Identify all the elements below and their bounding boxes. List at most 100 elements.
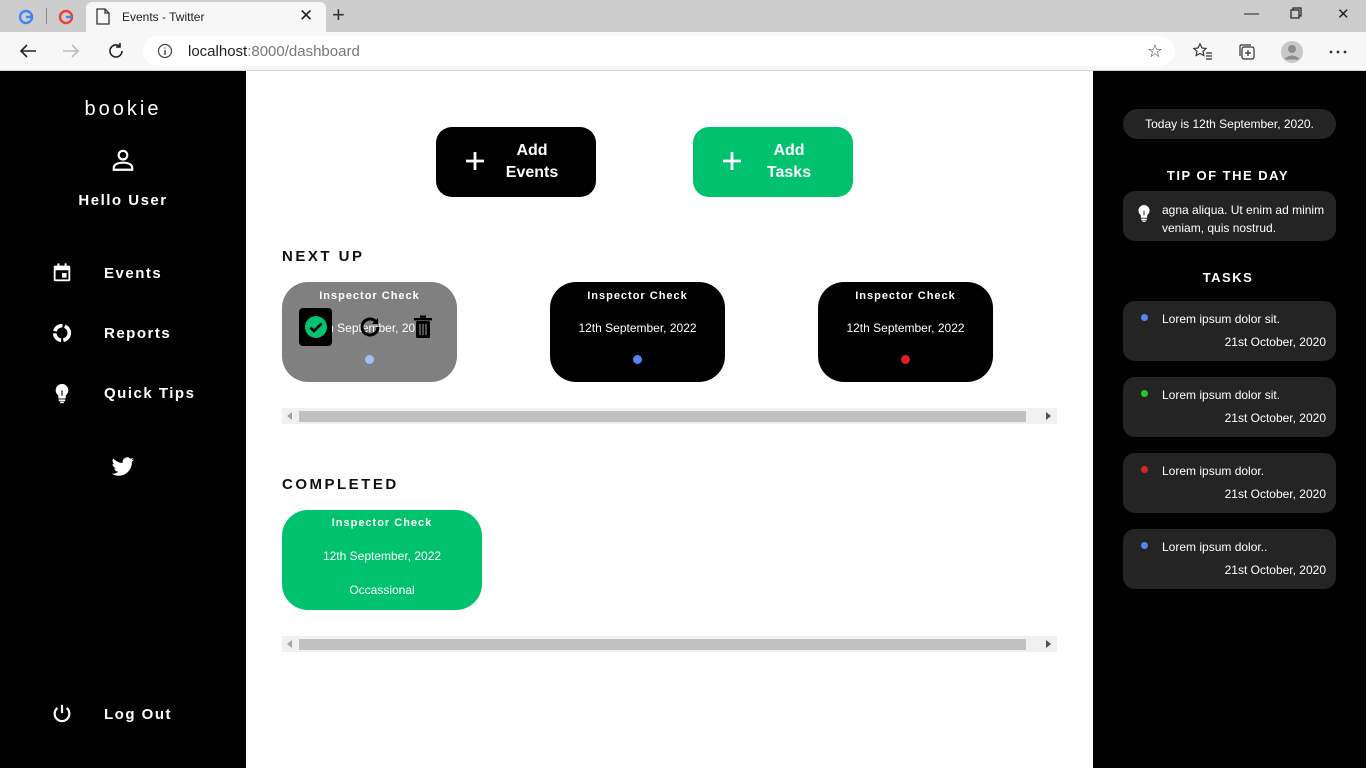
event-date: 12th September, 2022 xyxy=(846,321,965,335)
reports-icon xyxy=(50,321,74,345)
sidebar-item-label: Quick Tips xyxy=(104,384,196,402)
add-tasks-label: Add Tasks xyxy=(766,142,812,181)
task-item[interactable]: Lorem ipsum dolor. 21st October, 2020 xyxy=(1123,453,1336,513)
tip-box: agna aliqua. Ut enim ad minim veniam, qu… xyxy=(1123,191,1336,241)
sidebar-item-label: Events xyxy=(104,264,163,282)
sidebar-item-label: Reports xyxy=(104,324,172,342)
scrollbar-thumb[interactable] xyxy=(299,411,1026,422)
url-text: localhost:8000/dashboard xyxy=(188,43,360,60)
bulb-icon xyxy=(50,381,74,405)
completed-title-text: Inspector Check xyxy=(331,517,433,529)
next-up-title: NEXT UP xyxy=(282,248,365,265)
event-color-dot xyxy=(365,355,374,364)
info-icon[interactable] xyxy=(157,43,173,64)
favorites-icon[interactable] xyxy=(1191,40,1215,64)
task-text: Lorem ipsum dolor.. xyxy=(1162,540,1268,554)
scrollbar-thumb[interactable] xyxy=(299,639,1026,650)
url-field[interactable]: localhost:8000/dashboard ☆ xyxy=(143,36,1175,66)
back-icon[interactable] xyxy=(17,40,39,62)
task-date: 21st October, 2020 xyxy=(1224,335,1326,349)
google-tab-icon[interactable] xyxy=(15,6,37,28)
add-tasks-button[interactable]: Add Tasks xyxy=(693,127,853,197)
right-panel: Today is 12th September, 2020. TIP OF TH… xyxy=(1093,71,1366,768)
event-color-dot xyxy=(901,355,910,364)
active-tab[interactable]: Events - Twitter ✕ xyxy=(86,2,326,32)
scroll-left-icon[interactable] xyxy=(287,640,292,648)
task-item[interactable]: Lorem ipsum dolor sit. 21st October, 202… xyxy=(1123,301,1336,361)
tab-title: Events - Twitter xyxy=(122,10,205,24)
plus-icon xyxy=(463,149,487,178)
tip-of-day-title: TIP OF THE DAY xyxy=(1166,168,1290,183)
sidebar-item-events[interactable]: Events xyxy=(50,260,161,286)
calendar-icon xyxy=(50,261,74,285)
sidebar-item-quick-tips[interactable]: Quick Tips xyxy=(50,380,194,406)
completed-title: COMPLETED xyxy=(282,476,399,493)
scroll-right-icon[interactable] xyxy=(1046,640,1051,648)
tasks-title: TASKS xyxy=(1202,270,1254,285)
event-card[interactable]: Inspector Check 12th September, 2022 xyxy=(550,282,725,382)
plus-icon xyxy=(720,149,744,178)
add-events-label: Add Events xyxy=(505,142,559,181)
logout-button[interactable]: Log Out xyxy=(50,701,170,727)
bulb-icon xyxy=(1136,203,1152,228)
event-title: Inspector Check xyxy=(587,290,688,302)
task-color-dot xyxy=(1141,466,1148,473)
event-actions-overlay xyxy=(299,308,439,348)
tip-text: agna aliqua. Ut enim ad minim veniam, qu… xyxy=(1162,203,1325,235)
collections-icon[interactable] xyxy=(1235,40,1259,64)
reload-icon[interactable] xyxy=(105,40,127,62)
task-date: 21st October, 2020 xyxy=(1224,563,1326,577)
close-tab-icon[interactable]: ✕ xyxy=(299,7,313,24)
delete-icon[interactable] xyxy=(413,315,433,344)
scroll-right-icon[interactable] xyxy=(1046,412,1051,420)
task-text: Lorem ipsum dolor. xyxy=(1162,464,1265,478)
task-item[interactable]: Lorem ipsum dolor sit. 21st October, 202… xyxy=(1123,377,1336,437)
complete-event-button[interactable] xyxy=(299,308,332,346)
dashboard-app: bookie Hello User Events Reports Quick T… xyxy=(0,71,1366,768)
event-card[interactable]: Inspector Check 12th September, 2022 xyxy=(818,282,993,382)
document-icon xyxy=(96,8,110,30)
sidebar: bookie Hello User Events Reports Quick T… xyxy=(0,71,246,768)
more-menu-icon[interactable] xyxy=(1326,40,1350,64)
forward-icon[interactable] xyxy=(60,40,82,62)
add-events-button[interactable]: Add Events xyxy=(436,127,596,197)
favorite-star-icon[interactable]: ☆ xyxy=(1147,41,1163,62)
main-content: Add Events Add Tasks NEXT UP Inspector Che… xyxy=(246,71,1093,768)
greeting: Hello User xyxy=(78,192,168,209)
sidebar-item-reports[interactable]: Reports xyxy=(50,320,170,346)
completed-scrollbar[interactable] xyxy=(282,636,1057,652)
task-color-dot xyxy=(1141,390,1148,397)
task-color-dot xyxy=(1141,542,1148,549)
scroll-left-icon[interactable] xyxy=(287,412,292,420)
google-tab-icon[interactable] xyxy=(55,6,77,28)
completed-category: Occassional xyxy=(349,583,415,597)
task-item[interactable]: Lorem ipsum dolor.. 21st October, 2020 xyxy=(1123,529,1336,589)
logout-label: Log Out xyxy=(104,705,172,723)
profile-avatar-icon[interactable] xyxy=(1280,40,1304,64)
tab-separator xyxy=(46,8,47,24)
today-badge: Today is 12th September, 2020. xyxy=(1123,109,1336,139)
minimize-icon[interactable]: — xyxy=(1244,5,1259,22)
task-date: 21st October, 2020 xyxy=(1224,487,1326,501)
completed-date: 12th September, 2022 xyxy=(322,549,442,563)
event-card[interactable]: Inspector Check 12th September, 2022 xyxy=(282,282,457,382)
brand-logo[interactable]: bookie xyxy=(0,98,246,121)
event-title: Inspector Check xyxy=(855,290,956,302)
completed-card[interactable]: Inspector Check 12th September, 2022 Occ… xyxy=(282,510,482,610)
restore-icon[interactable] xyxy=(1290,6,1302,23)
address-bar: localhost:8000/dashboard ☆ xyxy=(0,32,1366,71)
close-window-icon[interactable]: ✕ xyxy=(1337,5,1350,23)
task-color-dot xyxy=(1141,314,1148,321)
event-title: Inspector Check xyxy=(319,290,420,302)
check-circle-icon xyxy=(304,316,327,338)
new-tab-icon[interactable]: + xyxy=(332,4,345,26)
user-icon xyxy=(110,147,136,178)
task-text: Lorem ipsum dolor sit. xyxy=(1162,388,1281,402)
task-date: 21st October, 2020 xyxy=(1224,411,1326,425)
event-date: 12th September, 2022 xyxy=(578,321,697,335)
event-color-dot xyxy=(633,355,642,364)
next-up-scrollbar[interactable] xyxy=(282,408,1057,424)
reschedule-icon[interactable] xyxy=(358,315,382,344)
twitter-icon[interactable] xyxy=(111,457,135,482)
browser-tab-bar: Events - Twitter ✕ + — ✕ xyxy=(0,0,1366,32)
